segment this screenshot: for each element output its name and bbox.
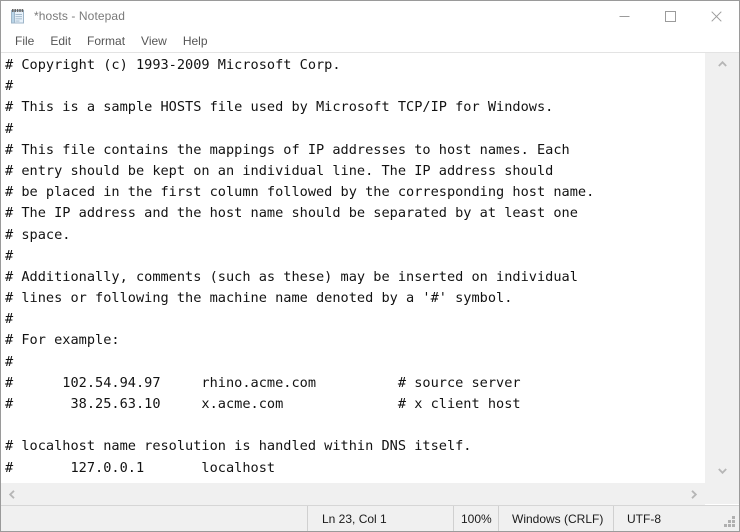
text-line: # be placed in the first column followed… xyxy=(5,184,595,201)
scroll-right-button[interactable] xyxy=(683,483,705,505)
close-icon xyxy=(710,10,722,22)
scroll-down-button[interactable] xyxy=(705,460,739,482)
text-line: # For example: xyxy=(5,332,120,349)
text-line: # ::1 localhost xyxy=(5,479,704,482)
status-spacer xyxy=(1,506,307,531)
scroll-up-button[interactable] xyxy=(705,53,739,75)
scrollbar-corner xyxy=(705,482,739,504)
text-line: # xyxy=(5,78,14,95)
chevron-left-icon xyxy=(9,489,15,499)
menu-item-help[interactable]: Help xyxy=(175,32,216,51)
status-cursor-position[interactable]: Ln 23, Col 1 xyxy=(307,506,453,531)
text-line: # 127.0.0.1 localhost xyxy=(5,459,276,476)
text-line: # entry should be kept on an individual … xyxy=(5,162,554,179)
maximize-icon xyxy=(664,10,676,22)
notepad-window: *hosts - Notepad File Edit Format View H… xyxy=(0,0,740,532)
maximize-button[interactable] xyxy=(647,1,693,31)
text-line xyxy=(5,415,704,436)
text-line: # 102.54.94.97 rhino.acme.com # source s… xyxy=(5,374,521,391)
status-encoding[interactable]: UTF-8 xyxy=(613,506,739,531)
title-bar[interactable]: *hosts - Notepad xyxy=(1,1,739,31)
menu-item-edit[interactable]: Edit xyxy=(42,32,79,51)
text-line: # xyxy=(5,120,14,137)
text-line: # Copyright (c) 1993-2009 Microsoft Corp… xyxy=(5,57,341,73)
text-editor[interactable]: # Copyright (c) 1993-2009 Microsoft Corp… xyxy=(1,53,704,482)
vertical-scrollbar[interactable] xyxy=(704,53,739,482)
text-line: # lines or following the machine name de… xyxy=(5,290,513,307)
menu-item-view[interactable]: View xyxy=(133,32,175,51)
status-zoom-level[interactable]: 100% xyxy=(453,506,498,531)
menu-item-format[interactable]: Format xyxy=(79,32,133,51)
chevron-right-icon xyxy=(691,489,697,499)
scroll-left-button[interactable] xyxy=(1,483,23,505)
horizontal-scrollbar[interactable] xyxy=(1,482,705,505)
status-line-ending[interactable]: Windows (CRLF) xyxy=(498,506,613,531)
text-line: # The IP address and the host name shoul… xyxy=(5,205,578,222)
text-line: # localhost name resolution is handled w… xyxy=(5,438,472,455)
text-line: # This is a sample HOSTS file used by Mi… xyxy=(5,99,554,116)
notepad-icon xyxy=(10,8,26,24)
minimize-button[interactable] xyxy=(601,1,647,31)
chevron-up-icon xyxy=(717,61,727,67)
text-line: # 38.25.63.10 x.acme.com # x client host xyxy=(5,396,521,412)
text-line: # xyxy=(5,247,14,264)
editor-row: # Copyright (c) 1993-2009 Microsoft Corp… xyxy=(1,52,739,482)
window-controls xyxy=(601,1,739,31)
chevron-down-icon xyxy=(717,468,727,474)
menu-bar: File Edit Format View Help xyxy=(1,31,739,52)
status-bar: Ln 23, Col 1 100% Windows (CRLF) UTF-8 xyxy=(1,505,739,531)
close-button[interactable] xyxy=(693,1,739,31)
window-title: *hosts - Notepad xyxy=(34,9,125,23)
text-line: # This file contains the mappings of IP … xyxy=(5,141,570,158)
text-line: # xyxy=(5,353,14,370)
menu-item-file[interactable]: File xyxy=(7,32,42,51)
text-line: # Additionally, comments (such as these)… xyxy=(5,268,578,285)
horizontal-scroll-track[interactable] xyxy=(23,483,683,505)
minimize-icon xyxy=(619,15,629,17)
text-line: # space. xyxy=(5,226,71,243)
text-line: # xyxy=(5,311,14,328)
resize-grip-icon[interactable] xyxy=(724,516,735,527)
editor-area: # Copyright (c) 1993-2009 Microsoft Corp… xyxy=(1,52,739,505)
